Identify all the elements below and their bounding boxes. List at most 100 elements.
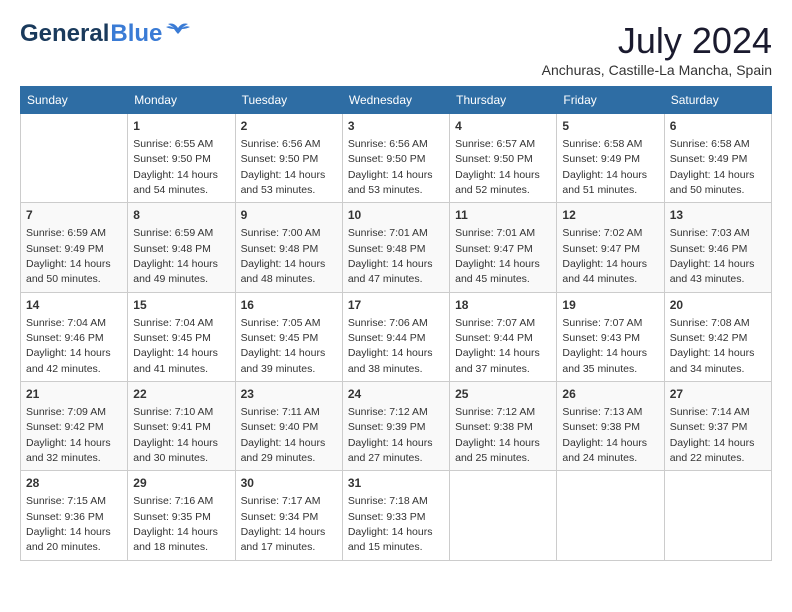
weekday-header-tuesday: Tuesday — [235, 87, 342, 114]
calendar-cell: 29 Sunrise: 7:16 AMSunset: 9:35 PMDayligh… — [128, 471, 235, 560]
cell-content: Sunrise: 7:09 AMSunset: 9:42 PMDaylight:… — [26, 406, 111, 464]
location-label: Anchuras, Castille-La Mancha, Spain — [542, 62, 772, 78]
cell-content: Sunrise: 7:02 AMSunset: 9:47 PMDaylight:… — [562, 227, 647, 285]
day-number: 14 — [26, 297, 122, 314]
day-number: 28 — [26, 475, 122, 492]
day-number: 3 — [348, 118, 444, 135]
day-number: 5 — [562, 118, 658, 135]
day-number: 12 — [562, 207, 658, 224]
day-number: 25 — [455, 386, 551, 403]
cell-content: Sunrise: 6:56 AMSunset: 9:50 PMDaylight:… — [241, 138, 326, 196]
weekday-header-friday: Friday — [557, 87, 664, 114]
logo-general: General — [20, 20, 109, 48]
calendar-week-row: 14 Sunrise: 7:04 AMSunset: 9:46 PMDayligh… — [21, 292, 772, 381]
calendar-cell: 23 Sunrise: 7:11 AMSunset: 9:40 PMDayligh… — [235, 382, 342, 471]
calendar-cell — [664, 471, 771, 560]
weekday-header-thursday: Thursday — [450, 87, 557, 114]
day-number: 20 — [670, 297, 766, 314]
calendar-cell: 9Sunrise: 7:00 AMSunset: 9:48 PMDaylight… — [235, 203, 342, 292]
cell-content: Sunrise: 7:16 AMSunset: 9:35 PMDaylight:… — [133, 495, 218, 553]
calendar-cell: 11 Sunrise: 7:01 AMSunset: 9:47 PMDayligh… — [450, 203, 557, 292]
day-number: 23 — [241, 386, 337, 403]
calendar-cell: 19 Sunrise: 7:07 AMSunset: 9:43 PMDayligh… — [557, 292, 664, 381]
calendar-cell: 4 Sunrise: 6:57 AMSunset: 9:50 PMDaylight… — [450, 114, 557, 203]
calendar-cell: 2 Sunrise: 6:56 AMSunset: 9:50 PMDaylight… — [235, 114, 342, 203]
calendar-cell: 28 Sunrise: 7:15 AMSunset: 9:36 PMDayligh… — [21, 471, 128, 560]
day-number: 10 — [348, 207, 444, 224]
day-number: 27 — [670, 386, 766, 403]
cell-content: Sunrise: 6:55 AMSunset: 9:50 PMDaylight:… — [133, 138, 218, 196]
page-header: General Blue July 2024 Anchuras, Castill… — [20, 20, 772, 78]
calendar-cell — [21, 114, 128, 203]
day-number: 1 — [133, 118, 229, 135]
calendar-cell: 26 Sunrise: 7:13 AMSunset: 9:38 PMDayligh… — [557, 382, 664, 471]
cell-content: Sunrise: 7:10 AMSunset: 9:41 PMDaylight:… — [133, 406, 218, 464]
cell-content: Sunrise: 6:57 AMSunset: 9:50 PMDaylight:… — [455, 138, 540, 196]
logo-bird-icon — [164, 20, 192, 38]
calendar-cell — [557, 471, 664, 560]
weekday-header-wednesday: Wednesday — [342, 87, 449, 114]
calendar-cell: 16Sunrise: 7:05 AMSunset: 9:45 PMDayligh… — [235, 292, 342, 381]
calendar-cell: 10 Sunrise: 7:01 AMSunset: 9:48 PMDayligh… — [342, 203, 449, 292]
calendar-cell: 24 Sunrise: 7:12 AMSunset: 9:39 PMDayligh… — [342, 382, 449, 471]
cell-content: Sunrise: 7:04 AMSunset: 9:45 PMDaylight:… — [133, 317, 218, 375]
cell-content: Sunrise: 6:58 AMSunset: 9:49 PMDaylight:… — [670, 138, 755, 196]
weekday-header-sunday: Sunday — [21, 87, 128, 114]
calendar-cell: 14 Sunrise: 7:04 AMSunset: 9:46 PMDayligh… — [21, 292, 128, 381]
cell-content: Sunrise: 7:11 AMSunset: 9:40 PMDaylight:… — [241, 406, 326, 464]
day-number: 26 — [562, 386, 658, 403]
cell-content: Sunrise: 7:08 AMSunset: 9:42 PMDaylight:… — [670, 317, 755, 375]
calendar-cell: 1 Sunrise: 6:55 AMSunset: 9:50 PMDaylight… — [128, 114, 235, 203]
day-number: 22 — [133, 386, 229, 403]
cell-content: Sunrise: 7:07 AMSunset: 9:43 PMDaylight:… — [562, 317, 647, 375]
cell-content: Sunrise: 7:18 AMSunset: 9:33 PMDaylight:… — [348, 495, 433, 553]
cell-content: Sunrise: 7:01 AMSunset: 9:48 PMDaylight:… — [348, 227, 433, 285]
day-number: 6 — [670, 118, 766, 135]
cell-content: Sunrise: 7:13 AMSunset: 9:38 PMDaylight:… — [562, 406, 647, 464]
weekday-header-saturday: Saturday — [664, 87, 771, 114]
day-number: 18 — [455, 297, 551, 314]
calendar-week-row: 28 Sunrise: 7:15 AMSunset: 9:36 PMDayligh… — [21, 471, 772, 560]
calendar-cell: 17Sunrise: 7:06 AMSunset: 9:44 PMDayligh… — [342, 292, 449, 381]
day-number: 13 — [670, 207, 766, 224]
cell-content: Sunrise: 6:59 AMSunset: 9:48 PMDaylight:… — [133, 227, 218, 285]
cell-content: Sunrise: 7:15 AMSunset: 9:36 PMDaylight:… — [26, 495, 111, 553]
cell-content: Sunrise: 7:12 AMSunset: 9:38 PMDaylight:… — [455, 406, 540, 464]
calendar-cell: 20 Sunrise: 7:08 AMSunset: 9:42 PMDayligh… — [664, 292, 771, 381]
calendar-cell: 22 Sunrise: 7:10 AMSunset: 9:41 PMDayligh… — [128, 382, 235, 471]
calendar-cell: 18 Sunrise: 7:07 AMSunset: 9:44 PMDayligh… — [450, 292, 557, 381]
day-number: 24 — [348, 386, 444, 403]
cell-content: Sunrise: 7:03 AMSunset: 9:46 PMDaylight:… — [670, 227, 755, 285]
cell-content: Sunrise: 7:04 AMSunset: 9:46 PMDaylight:… — [26, 317, 111, 375]
day-number: 31 — [348, 475, 444, 492]
weekday-header-row: SundayMondayTuesdayWednesdayThursdayFrid… — [21, 87, 772, 114]
logo: General Blue — [20, 20, 192, 48]
title-section: July 2024 Anchuras, Castille-La Mancha, … — [542, 20, 772, 78]
cell-content: Sunrise: 7:12 AMSunset: 9:39 PMDaylight:… — [348, 406, 433, 464]
calendar-cell: 27 Sunrise: 7:14 AMSunset: 9:37 PMDayligh… — [664, 382, 771, 471]
cell-content: Sunrise: 6:56 AMSunset: 9:50 PMDaylight:… — [348, 138, 433, 196]
calendar-week-row: 1 Sunrise: 6:55 AMSunset: 9:50 PMDaylight… — [21, 114, 772, 203]
cell-content: Sunrise: 7:06 AMSunset: 9:44 PMDaylight:… — [348, 317, 433, 375]
cell-content: Sunrise: 7:14 AMSunset: 9:37 PMDaylight:… — [670, 406, 755, 464]
calendar-cell: 15 Sunrise: 7:04 AMSunset: 9:45 PMDayligh… — [128, 292, 235, 381]
day-number: 11 — [455, 207, 551, 224]
day-number: 9 — [241, 207, 337, 224]
day-number: 19 — [562, 297, 658, 314]
day-number: 8 — [133, 207, 229, 224]
day-number: 2 — [241, 118, 337, 135]
month-title: July 2024 — [542, 20, 772, 62]
calendar-cell: 13 Sunrise: 7:03 AMSunset: 9:46 PMDayligh… — [664, 203, 771, 292]
day-number: 16 — [241, 297, 337, 314]
calendar-week-row: 21Sunrise: 7:09 AMSunset: 9:42 PMDayligh… — [21, 382, 772, 471]
calendar-cell — [450, 471, 557, 560]
calendar-cell: 12 Sunrise: 7:02 AMSunset: 9:47 PMDayligh… — [557, 203, 664, 292]
day-number: 4 — [455, 118, 551, 135]
day-number: 29 — [133, 475, 229, 492]
calendar-cell: 7Sunrise: 6:59 AMSunset: 9:49 PMDaylight… — [21, 203, 128, 292]
cell-content: Sunrise: 7:07 AMSunset: 9:44 PMDaylight:… — [455, 317, 540, 375]
cell-content: Sunrise: 7:01 AMSunset: 9:47 PMDaylight:… — [455, 227, 540, 285]
day-number: 15 — [133, 297, 229, 314]
calendar-cell: 3 Sunrise: 6:56 AMSunset: 9:50 PMDaylight… — [342, 114, 449, 203]
day-number: 7 — [26, 207, 122, 224]
